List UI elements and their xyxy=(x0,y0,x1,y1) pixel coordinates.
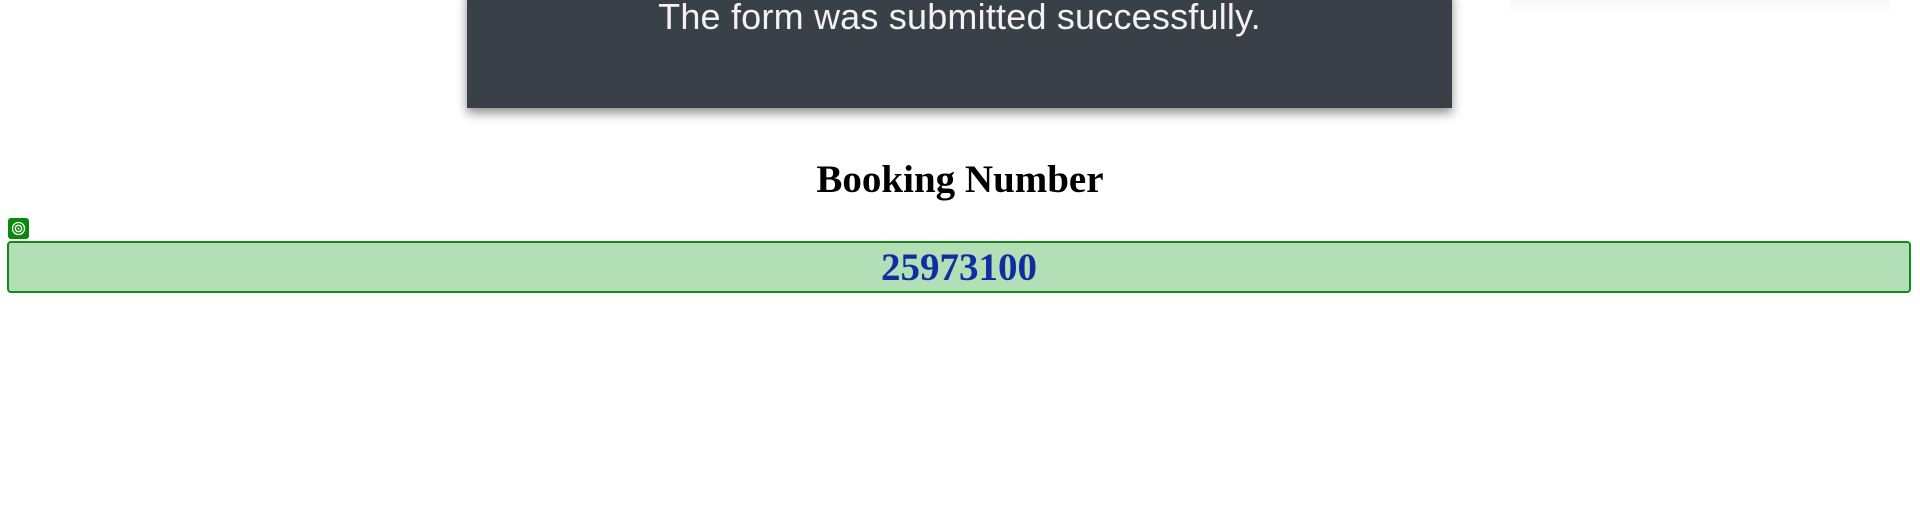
booking-number-box[interactable]: 25973100 xyxy=(7,241,1911,293)
booking-number-value: 25973100 xyxy=(881,245,1037,289)
toast-message: The form was submitted successfully. xyxy=(658,0,1261,37)
target-icon[interactable] xyxy=(8,218,29,239)
success-toast: The form was submitted successfully. xyxy=(467,0,1452,108)
page: The form was submitted successfully. Boo… xyxy=(0,0,1920,517)
target-icon-graphic xyxy=(11,221,26,236)
background-strip xyxy=(1510,0,1890,14)
booking-number-heading: Booking Number xyxy=(816,158,1104,201)
